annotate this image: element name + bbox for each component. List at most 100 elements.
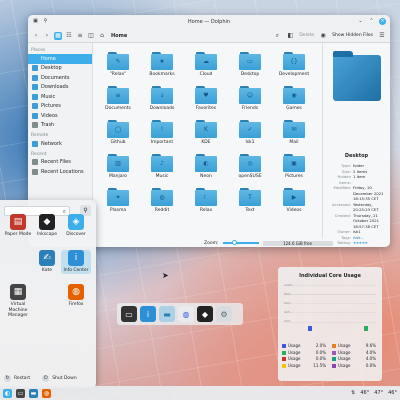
folder-emblem-icon: ✓ — [247, 126, 253, 133]
folder-item[interactable]: {} Development — [272, 46, 316, 80]
temperature-readout[interactable]: 46° — [360, 390, 369, 396]
pin-icon[interactable]: ⚲ — [42, 18, 49, 25]
info-center-dock-icon[interactable]: i — [140, 306, 156, 322]
remote-header: Remote — [31, 133, 49, 138]
folder-item[interactable]: ☺ Friends — [228, 80, 272, 114]
launcher-app-kate[interactable]: ✍ Kate — [32, 250, 62, 274]
sidebar-item-recent-files[interactable]: Recent Files — [28, 158, 92, 168]
zoom-slider[interactable] — [222, 240, 259, 246]
show-hidden-files-button[interactable]: Show Hidden Files — [332, 33, 373, 38]
folder-item[interactable]: ▣ Pictures — [272, 148, 316, 182]
paper-icon: ▤ — [10, 214, 26, 230]
shutdown-button[interactable]: ⏻ Shut Down — [42, 375, 77, 382]
folder-icon: ! — [151, 120, 173, 138]
preview-icon[interactable]: ◧ — [286, 32, 294, 40]
restart-button[interactable]: ↻ Restart — [4, 375, 30, 382]
launcher-app-firefox[interactable]: ◍ Firefox — [61, 284, 91, 308]
core-value: 0.0% — [365, 362, 376, 368]
folder-item[interactable]: ◍ Reddit — [140, 182, 184, 216]
details-view-button[interactable]: ≡ — [76, 32, 84, 40]
sidebar-item-desktop[interactable]: Desktop — [28, 64, 92, 74]
launcher-app-paper-mode[interactable]: ▤ Paper Mode — [3, 214, 33, 238]
taskbar-terminal-icon[interactable]: ▭ — [16, 388, 25, 398]
folder-item[interactable]: T Text — [228, 182, 272, 216]
temperature-readout[interactable]: 46° — [388, 390, 397, 396]
folder-item[interactable]: ▭ Desktop — [228, 46, 272, 80]
hamburger-menu-icon[interactable]: ☰ — [378, 32, 386, 40]
zoom-knob[interactable] — [231, 240, 237, 246]
folder-name: Text — [245, 208, 255, 213]
split-view-button[interactable]: ◫ — [87, 32, 95, 40]
search-icon[interactable]: ⌕ — [273, 32, 281, 40]
folder-emblem-icon: ☺ — [246, 92, 254, 99]
temperature-readout[interactable]: 47° — [374, 390, 383, 396]
launcher-app-info-center[interactable]: i Info Center — [61, 250, 91, 274]
sidebar-item-pictures[interactable]: Pictures — [28, 102, 92, 112]
sidebar-item-documents[interactable]: Documents — [28, 73, 92, 83]
folder-item[interactable]: ✎ "Relax" — [96, 46, 140, 80]
folder-emblem-icon: ♪ — [160, 160, 164, 167]
free-space-bar[interactable]: 124.6 GiB free — [262, 240, 333, 246]
folder-emblem-icon: ♥ — [203, 92, 209, 99]
compact-view-button[interactable]: ☷ — [65, 32, 73, 40]
breadcrumb[interactable]: Home — [111, 33, 127, 39]
folder-item[interactable]: ♥ Favorites — [184, 80, 228, 114]
taskbar-dolphin-icon[interactable]: ▬ — [29, 388, 38, 398]
folder-item[interactable]: ★ Bookmarks — [140, 46, 184, 80]
launcher-app-virtual-machine-manager[interactable]: ▦ Virtual Machine Manager — [3, 284, 33, 319]
hidden-files-icon: ◉ — [320, 31, 326, 39]
meta-row: Created: Thursday, 21 October 2021 18:57:… — [325, 213, 389, 230]
maximize-button[interactable]: ⌃ — [368, 18, 375, 25]
delete-button[interactable]: Delete — [299, 33, 314, 38]
sidebar-item-music[interactable]: Music — [28, 92, 92, 102]
folder-item[interactable]: ☁ Cloud — [184, 46, 228, 80]
launcher-app-inkscape[interactable]: ◆ Inkscape — [32, 214, 62, 238]
folder-item[interactable]: ◉ Games — [272, 80, 316, 114]
inkscape-dock-icon[interactable]: ◆ — [197, 306, 213, 322]
sidebar-item-videos[interactable]: Videos — [28, 111, 92, 121]
firefox-dock-icon[interactable]: ◍ — [178, 306, 194, 322]
folder-item[interactable]: ☾ Relax — [184, 182, 228, 216]
folder-item[interactable]: K KDE — [184, 114, 228, 148]
home-crumb-icon[interactable]: ⌂ — [98, 32, 106, 40]
folder-item[interactable]: ↓ Downloads — [140, 80, 184, 114]
launcher-app-discover[interactable]: ◈ Discover — [61, 214, 91, 238]
folder-item[interactable]: ✓ lsk1 — [228, 114, 272, 148]
folder-item[interactable]: ! Important — [140, 114, 184, 148]
folder-item[interactable]: ◐ Neon — [184, 148, 228, 182]
folder-item[interactable]: ▥ Manjaro — [96, 148, 140, 182]
folder-item[interactable]: ✉ Mail — [272, 114, 316, 148]
sidebar-item-network[interactable]: Network — [28, 139, 92, 149]
close-button[interactable]: × — [379, 18, 386, 25]
meta-key: Created: — [334, 212, 351, 218]
folder-icon: ✦ — [107, 188, 129, 206]
folder-preview — [333, 51, 381, 101]
sidebar-item-home[interactable]: Home — [28, 54, 92, 64]
folder-item[interactable]: ◯ Github — [96, 114, 140, 148]
sidebar-item-downloads[interactable]: Downloads — [28, 83, 92, 93]
icons-view-button[interactable]: ▦ — [54, 31, 62, 40]
forward-button[interactable]: › — [43, 32, 51, 40]
window-titlebar[interactable]: ▣ ⚲ Home — Dolphin ⌄ ⌃ × — [28, 15, 390, 29]
dolphin-dock-icon[interactable]: ▬ — [159, 306, 175, 322]
zoom-label: Zoom: — [204, 240, 219, 246]
network-tray-icon[interactable]: ⇅ — [351, 390, 355, 396]
sidebar-item-label: Network — [41, 140, 62, 147]
taskbar-firefox-icon[interactable]: ◍ — [42, 388, 51, 398]
folder-emblem-icon: ↓ — [159, 92, 165, 99]
folder-item[interactable]: ≡ Documents — [96, 80, 140, 114]
folder-item[interactable]: ◎ openSUSE — [228, 148, 272, 182]
folder-emblem-icon: K — [204, 126, 208, 133]
app-menu-icon[interactable]: ▣ — [32, 18, 39, 25]
sidebar-item-recent-locations[interactable]: Recent Locations — [28, 167, 92, 177]
minimize-button[interactable]: ⌄ — [357, 18, 364, 25]
folder-item[interactable]: ♪ Music — [140, 148, 184, 182]
settings-dock-icon[interactable]: ⚙ — [216, 306, 232, 322]
folder-item[interactable]: ▶ Videos — [272, 182, 316, 216]
back-button[interactable]: ‹ — [32, 32, 40, 40]
app-launcher-icon[interactable]: ◐ — [3, 388, 12, 398]
folder-item[interactable]: ✦ Plasma — [96, 182, 140, 216]
terminal-icon[interactable]: ▭ — [121, 306, 137, 322]
sidebar-item-trash[interactable]: Trash — [28, 121, 92, 131]
folder-name: Pictures — [285, 174, 303, 179]
